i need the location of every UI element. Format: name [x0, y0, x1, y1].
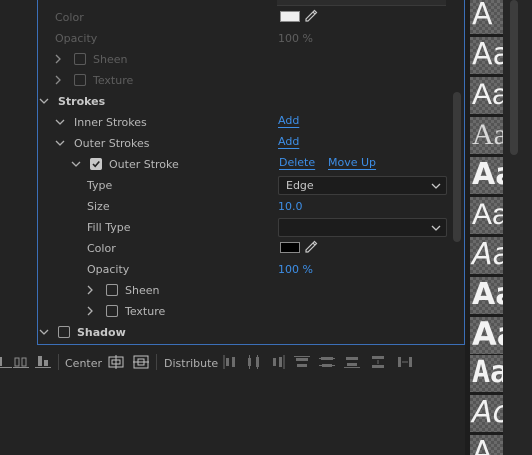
distribute-left-icon[interactable]: [222, 355, 238, 369]
stroke-type-value: Edge: [286, 179, 314, 192]
distribute-right-icon[interactable]: [270, 355, 286, 369]
chevron-right-icon[interactable]: [85, 285, 95, 295]
distribute-vertical-icon[interactable]: [13, 355, 29, 369]
stroke-size-label: Size: [87, 199, 110, 213]
outer-strokes-add-button[interactable]: Add: [278, 135, 299, 148]
stroke-type-select[interactable]: Edge: [278, 176, 447, 195]
preview-scrollbar-thumb[interactable]: [510, 0, 518, 155]
sheen-checkbox[interactable]: [74, 53, 86, 65]
stroke-type-label: Type: [87, 178, 113, 192]
chevron-right-icon[interactable]: [53, 75, 63, 85]
fill-color-swatch[interactable]: [280, 11, 300, 22]
stroke-opacity-value[interactable]: 100 %: [278, 263, 313, 276]
stroke-sheen-label: Sheen: [125, 283, 160, 297]
stroke-color-label: Color: [87, 241, 116, 255]
distribute-label: Distribute: [164, 357, 219, 370]
chevron-right-icon[interactable]: [53, 54, 63, 64]
align-bottom-edge-icon[interactable]: [35, 355, 51, 369]
outer-stroke-label: Outer Stroke: [109, 157, 179, 171]
stroke-sheen-checkbox[interactable]: [106, 284, 118, 296]
inner-strokes-label: Inner Strokes: [74, 115, 147, 129]
toolbar-divider: [156, 354, 157, 370]
stroke-size-value[interactable]: 10.0: [278, 200, 303, 213]
fill-type-label: Fill Type: [87, 220, 131, 234]
preview-glyph: Aa: [472, 118, 507, 151]
chevron-right-icon[interactable]: [85, 306, 95, 316]
outer-strokes-label: Outer Strokes: [74, 136, 150, 150]
fill-opacity-value[interactable]: 100 %: [278, 32, 313, 45]
fill-type-select[interactable]: [278, 218, 447, 237]
distribute-spacing-h-icon[interactable]: [397, 355, 413, 369]
distribute-top-icon[interactable]: [294, 355, 310, 369]
chevron-down-icon[interactable]: [55, 138, 65, 148]
center-label: Center: [65, 357, 103, 370]
center-vertical-icon[interactable]: [133, 355, 149, 369]
stroke-texture-label: Texture: [125, 304, 166, 318]
texture-label: Texture: [93, 73, 134, 87]
align-bottom-icon[interactable]: [0, 355, 12, 369]
distribute-center-h-icon[interactable]: [246, 355, 262, 369]
chevron-down-icon[interactable]: [39, 96, 49, 106]
preview-glyph: A: [472, 0, 493, 32]
chevron-down-icon[interactable]: [39, 327, 49, 337]
top-field-stub: [277, 0, 446, 6]
left-panel-strip: [0, 0, 37, 347]
outer-stroke-checkbox[interactable]: [90, 158, 102, 170]
shadow-checkbox[interactable]: [58, 326, 70, 338]
move-up-button[interactable]: Move Up: [328, 156, 376, 169]
preview-scrollbar-track[interactable]: [503, 0, 532, 455]
eyedropper-icon[interactable]: [304, 240, 318, 254]
toolbar-divider: [58, 354, 59, 370]
distribute-spacing-v-icon[interactable]: [370, 355, 386, 369]
strokes-header[interactable]: Strokes: [58, 91, 105, 111]
fill-opacity-label: Opacity: [55, 31, 98, 45]
inner-strokes-add-button[interactable]: Add: [278, 114, 299, 127]
eyedropper-icon[interactable]: [304, 9, 318, 23]
sheen-label: Sheen: [93, 52, 128, 66]
chevron-down-icon: [431, 181, 441, 191]
chevron-down-icon[interactable]: [55, 117, 65, 127]
delete-stroke-button[interactable]: Delete: [279, 156, 315, 169]
shadow-label: Shadow: [77, 325, 126, 339]
chevron-down-icon[interactable]: [71, 159, 81, 169]
stroke-color-swatch[interactable]: [280, 242, 300, 253]
stroke-opacity-label: Opacity: [87, 262, 130, 276]
preview-glyph: A: [472, 435, 493, 455]
texture-checkbox[interactable]: [74, 74, 86, 86]
chevron-down-icon: [431, 223, 441, 233]
center-horizontal-icon[interactable]: [108, 355, 124, 369]
panel-scrollbar[interactable]: [453, 92, 461, 242]
fill-color-label: Color: [55, 10, 84, 24]
distribute-center-v-icon[interactable]: [319, 355, 335, 369]
stroke-texture-checkbox[interactable]: [106, 305, 118, 317]
distribute-bottom-icon[interactable]: [344, 355, 360, 369]
